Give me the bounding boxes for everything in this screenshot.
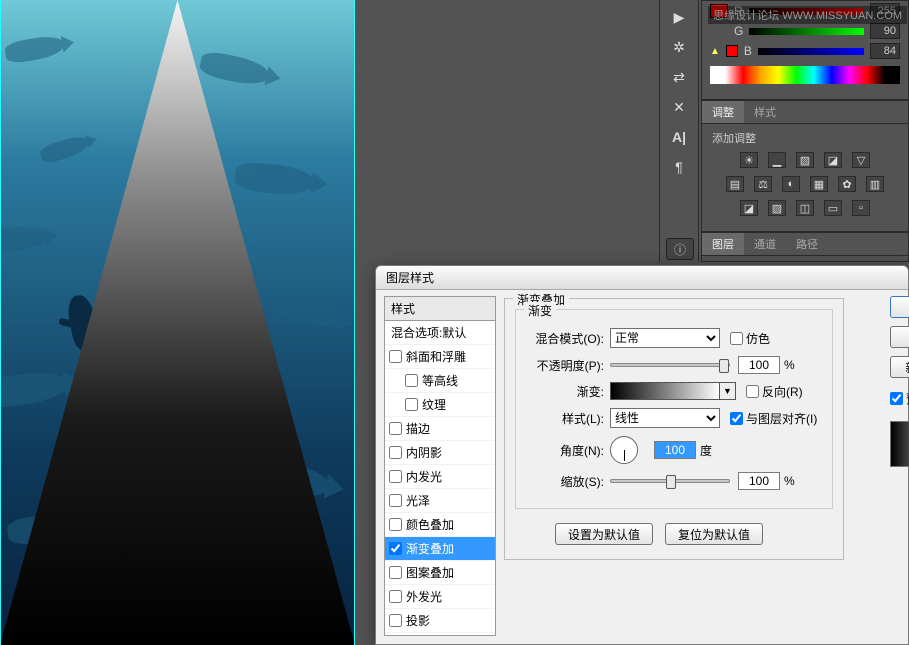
preview-checkbox[interactable]: 预 — [890, 390, 909, 407]
gradmap-icon[interactable]: ▭ — [824, 200, 842, 216]
ok-button[interactable]: 确 — [890, 296, 909, 318]
photo-icon[interactable]: ▦ — [810, 176, 828, 192]
b-value[interactable]: 84 — [870, 43, 900, 59]
thresh-icon[interactable]: ◫ — [796, 200, 814, 216]
layers-panel: 图层 通道 路径 — [701, 232, 909, 262]
gradient-overlay-group: 渐变叠加 渐变 混合模式(O): 正常 仿色 不透明度(P): 100 % — [504, 298, 844, 560]
hue-strip[interactable] — [710, 66, 900, 84]
levels-icon[interactable]: ▁ — [768, 152, 786, 168]
tab-adjust[interactable]: 调整 — [702, 101, 744, 123]
opacity-value[interactable]: 100 — [738, 356, 780, 374]
dialog-title[interactable]: 图层样式 — [376, 266, 908, 290]
paragraph-icon[interactable]: ¶ — [664, 154, 694, 180]
selcolor-icon[interactable]: ▫ — [852, 200, 870, 216]
style-innershadow[interactable]: 内阴影 — [385, 441, 495, 465]
hsl-icon[interactable]: ▤ — [726, 176, 744, 192]
align-checkbox[interactable]: 与图层对齐(I) — [730, 410, 817, 427]
reverse-checkbox[interactable]: 反向(R) — [746, 383, 803, 400]
vibrance-icon[interactable]: ▽ — [852, 152, 870, 168]
warning-swatch[interactable] — [726, 45, 738, 57]
style-stroke[interactable]: 描边 — [385, 417, 495, 441]
lookup-icon[interactable]: ▥ — [866, 176, 884, 192]
exposure-icon[interactable]: ◪ — [824, 152, 842, 168]
b-label: B — [744, 44, 752, 58]
blendmode-select[interactable]: 正常 — [610, 328, 720, 348]
style-outerglow[interactable]: 外发光 — [385, 585, 495, 609]
info-icon[interactable]: ⓘ — [666, 238, 694, 260]
sub-title: 渐变 — [524, 302, 556, 319]
guide-right[interactable] — [354, 0, 355, 645]
style-bevel[interactable]: 斜面和浮雕 — [385, 345, 495, 369]
style-label: 样式(L): — [526, 410, 604, 427]
style-contour[interactable]: 等高线 — [385, 369, 495, 393]
gradient-dropdown-icon[interactable]: ▼ — [720, 382, 736, 400]
scale-label: 缩放(S): — [526, 473, 604, 490]
tab-layers[interactable]: 图层 — [702, 233, 744, 255]
swap-icon[interactable]: ⇄ — [664, 64, 694, 90]
guide-left[interactable] — [0, 0, 1, 645]
new-style-button[interactable]: 新建样ɟ — [890, 356, 909, 378]
dither-checkbox[interactable]: 仿色 — [730, 330, 770, 347]
gradient-label: 渐变: — [526, 383, 604, 400]
mixer-icon[interactable]: ✿ — [838, 176, 856, 192]
gradient-swatch[interactable] — [610, 382, 720, 400]
style-dropshadow[interactable]: 投影 — [385, 609, 495, 633]
reset-default-button[interactable]: 复位为默认值 — [665, 523, 763, 545]
style-patternoverlay[interactable]: 图案叠加 — [385, 561, 495, 585]
styles-list: 混合选项:默认 斜面和浮雕 等高线 纹理 描边 内阴影 内发光 光泽 颜色叠加 … — [384, 320, 496, 636]
make-default-button[interactable]: 设置为默认值 — [555, 523, 653, 545]
curves-icon[interactable]: ▨ — [796, 152, 814, 168]
style-satin[interactable]: 光泽 — [385, 489, 495, 513]
tab-channels[interactable]: 通道 — [744, 233, 786, 255]
invert-icon[interactable]: ◪ — [740, 200, 758, 216]
opacity-label: 不透明度(P): — [526, 357, 604, 374]
adjust-heading: 添加调整 — [712, 130, 898, 146]
balance-icon[interactable]: ⚖ — [754, 176, 772, 192]
type-icon[interactable]: A| — [664, 124, 694, 150]
brightness-icon[interactable]: ☀ — [740, 152, 758, 168]
style-gradientoverlay[interactable]: 渐变叠加 — [385, 537, 495, 561]
adjustments-panel: 调整 样式 添加调整 ☀ ▁ ▨ ◪ ▽ ▤ ⚖ ◐ ▦ ✿ ▥ ◪ ▨ ◫ ▭… — [701, 100, 909, 232]
scale-value[interactable]: 100 — [738, 472, 780, 490]
tab-styles[interactable]: 样式 — [744, 101, 786, 123]
angle-value[interactable]: 100 — [654, 441, 696, 459]
g-value[interactable]: 90 — [870, 23, 900, 39]
cancel-button[interactable]: 取 — [890, 326, 909, 348]
blendmode-label: 混合模式(O): — [526, 330, 604, 347]
g-label: G — [734, 24, 743, 38]
angle-dial[interactable] — [610, 436, 638, 464]
scale-slider[interactable] — [610, 479, 730, 483]
style-select[interactable]: 线性 — [610, 408, 720, 428]
styles-header[interactable]: 样式 — [384, 296, 496, 320]
style-coloroverlay[interactable]: 颜色叠加 — [385, 513, 495, 537]
layer-style-dialog: 图层样式 样式 混合选项:默认 斜面和浮雕 等高线 纹理 描边 内阴影 内发光 … — [375, 265, 909, 645]
opacity-slider[interactable] — [610, 363, 730, 367]
watermark: 思缘设计论坛 WWW.MISSYUAN.COM — [708, 6, 907, 24]
style-texture[interactable]: 纹理 — [385, 393, 495, 417]
document-canvas[interactable] — [0, 0, 355, 645]
preview-swatch — [890, 421, 909, 467]
angle-label: 角度(N): — [526, 442, 604, 459]
tab-paths[interactable]: 路径 — [786, 233, 828, 255]
bw-icon[interactable]: ◐ — [782, 176, 800, 192]
b-slider[interactable] — [758, 48, 864, 55]
style-innerglow[interactable]: 内发光 — [385, 465, 495, 489]
brush-icon[interactable]: ✲ — [664, 34, 694, 60]
play-icon[interactable]: ▶ — [664, 4, 694, 30]
poster-icon[interactable]: ▨ — [768, 200, 786, 216]
triangle-shape — [0, 0, 355, 645]
tools-icon[interactable]: ✕ — [664, 94, 694, 120]
g-slider[interactable] — [749, 28, 864, 35]
blend-options-item[interactable]: 混合选项:默认 — [385, 321, 495, 345]
panel-toolbar: ▶ ✲ ⇄ ✕ A| ¶ — [659, 0, 699, 262]
